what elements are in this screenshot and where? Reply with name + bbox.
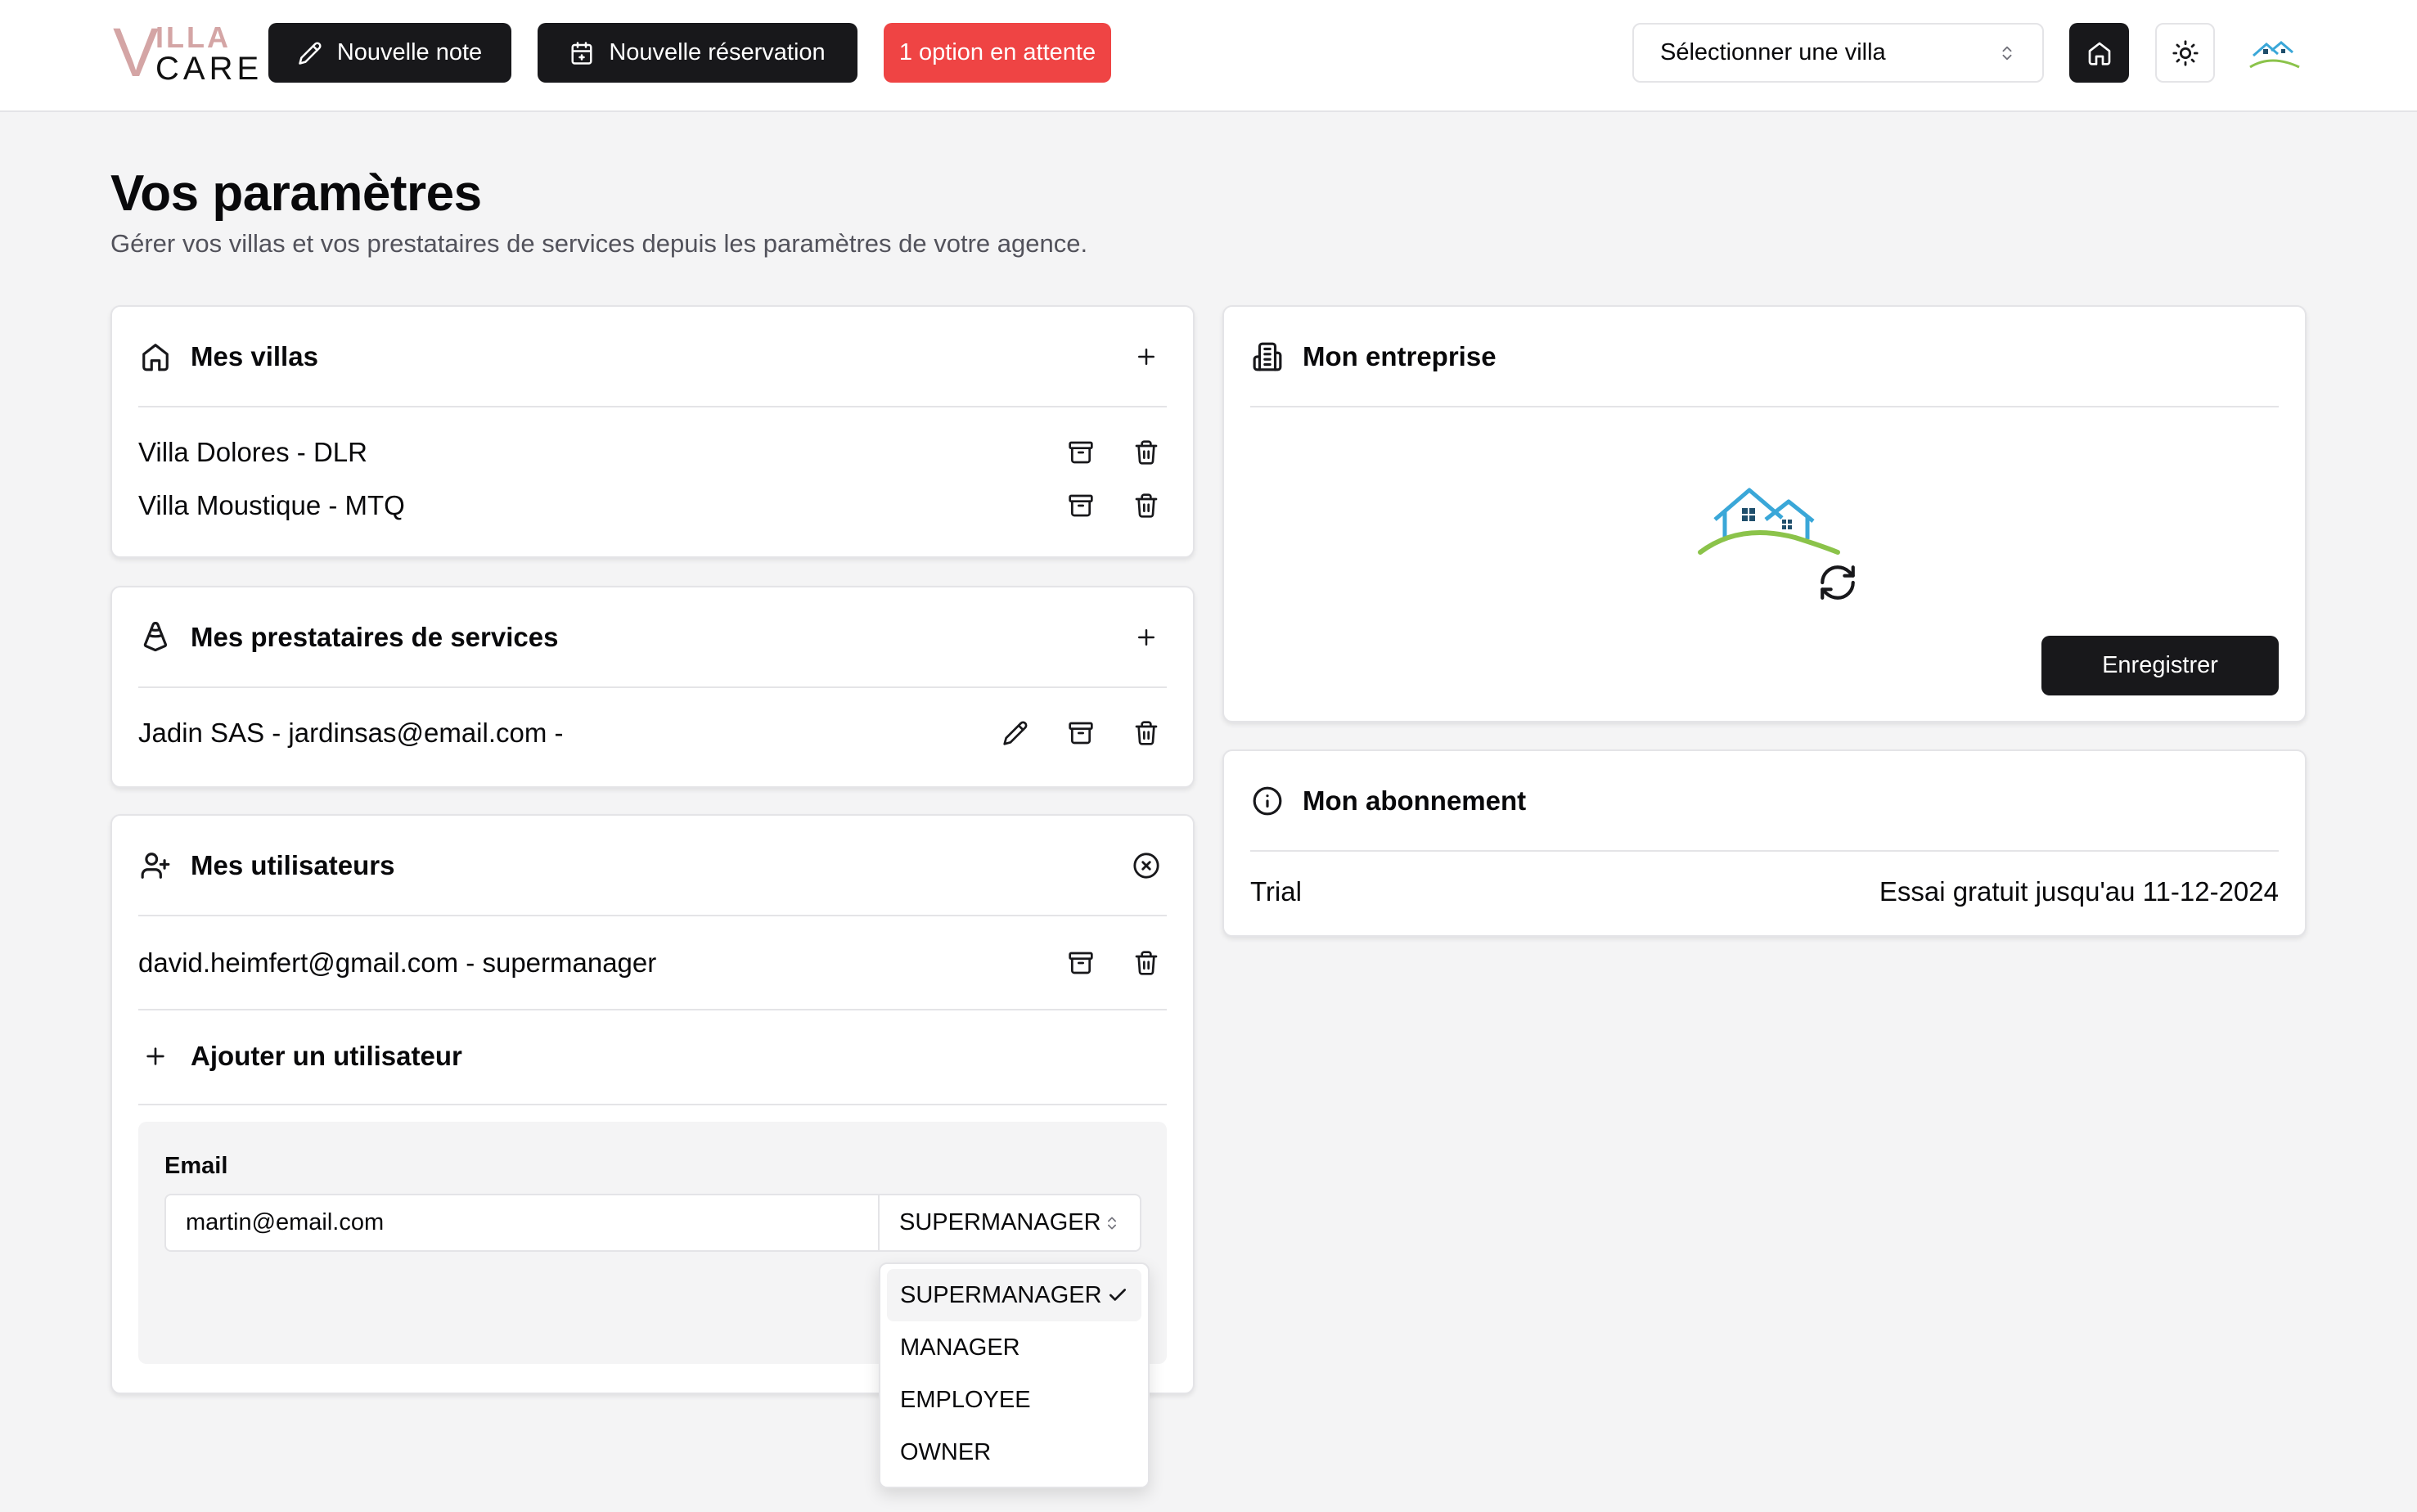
trash-icon[interactable]: [1126, 432, 1167, 473]
new-note-button[interactable]: Nouvelle note: [268, 23, 511, 83]
logo-v: V: [113, 14, 160, 91]
providers-card: Mes prestataires de services Jadin SAS -…: [110, 586, 1195, 788]
home-button[interactable]: [2069, 23, 2129, 83]
role-select-value: SUPERMANAGER: [899, 1209, 1101, 1235]
providers-card-header: Mes prestataires de services: [138, 587, 1167, 688]
villas-card: Mes villas Villa Dolores - DLR Villa Mou…: [110, 305, 1195, 558]
role-option-label: EMPLOYEE: [900, 1386, 1031, 1413]
pending-option-badge[interactable]: 1 option en attente: [884, 23, 1111, 83]
provider-row: Jadin SAS - jardinsas@email.com -: [138, 709, 1167, 758]
villa-select-label: Sélectionner une villa: [1660, 39, 1886, 65]
role-select[interactable]: SUPERMANAGER: [878, 1194, 1141, 1252]
trash-icon[interactable]: [1126, 485, 1167, 526]
villa-name: Villa Dolores - DLR: [138, 437, 367, 467]
chevrons-up-down-icon: [1998, 44, 2016, 62]
home-outline-icon: [138, 340, 173, 374]
add-provider-button[interactable]: [1126, 617, 1167, 658]
role-option-label: OWNER: [900, 1438, 992, 1465]
user-email-role: david.heimfert@gmail.com - supermanager: [138, 947, 657, 978]
traffic-cone-icon: [138, 620, 173, 655]
villa-row: Villa Dolores - DLR: [138, 428, 1167, 477]
building-icon: [1250, 340, 1285, 374]
subscription-card-header: Mon abonnement: [1250, 751, 2279, 852]
email-label: Email: [164, 1153, 228, 1179]
subscription-row: Trial Essai gratuit jusqu'au 11-12-2024: [1250, 867, 2279, 916]
email-input[interactable]: martin@email.com: [164, 1194, 878, 1252]
check-icon: [1107, 1285, 1128, 1306]
close-form-button[interactable]: [1126, 845, 1167, 886]
plus-icon: [138, 1043, 173, 1069]
subscription-plan: Trial: [1250, 876, 1302, 907]
save-button[interactable]: Enregistrer: [2041, 636, 2279, 695]
subscription-detail: Essai gratuit jusqu'au 11-12-2024: [1879, 876, 2279, 907]
trash-icon[interactable]: [1126, 943, 1167, 983]
new-booking-label: Nouvelle réservation: [609, 39, 826, 65]
new-note-label: Nouvelle note: [336, 39, 483, 65]
role-option-owner[interactable]: OWNER: [887, 1426, 1141, 1478]
company-logo-image[interactable]: [1690, 470, 1854, 569]
refresh-icon[interactable]: [1817, 562, 1858, 603]
archive-icon[interactable]: [1060, 713, 1101, 754]
user-plus-icon: [138, 848, 173, 883]
users-card-header: Mes utilisateurs: [138, 816, 1167, 916]
villacare-logo[interactable]: V ILLA CARE: [113, 14, 259, 91]
chevrons-up-down-icon: [1104, 1215, 1120, 1231]
page-title: Vos paramètres: [110, 165, 482, 222]
user-avatar[interactable]: [2248, 29, 2301, 77]
archive-icon[interactable]: [1060, 943, 1101, 983]
logo-illa: ILLA: [155, 20, 231, 54]
subscription-card: Mon abonnement Trial Essai gratuit jusqu…: [1222, 749, 2307, 937]
villas-card-title: Mes villas: [191, 340, 318, 371]
archive-icon[interactable]: [1060, 432, 1101, 473]
add-user-label: Ajouter un utilisateur: [191, 1041, 462, 1071]
role-option-employee[interactable]: EMPLOYEE: [887, 1374, 1141, 1426]
edit-pencil-icon[interactable]: [995, 713, 1036, 754]
user-row: david.heimfert@gmail.com - supermanager: [138, 938, 1167, 988]
company-card-title: Mon entreprise: [1303, 340, 1497, 371]
add-villa-button[interactable]: [1126, 336, 1167, 377]
providers-card-title: Mes prestataires de services: [191, 621, 559, 652]
logo-care: CARE: [155, 51, 263, 87]
role-option-label: SUPERMANAGER: [900, 1281, 1102, 1308]
company-card: Mon entreprise Enregistrer: [1222, 305, 2307, 722]
home-icon: [2086, 40, 2113, 66]
page-subtitle: Gérer vos villas et vos prestataires de …: [110, 229, 1088, 258]
villa-row: Villa Moustique - MTQ: [138, 481, 1167, 530]
calendar-plus-icon: [569, 41, 594, 65]
pencil-icon: [298, 41, 322, 65]
theme-toggle-button[interactable]: [2155, 23, 2215, 83]
add-user-toggle[interactable]: Ajouter un utilisateur: [138, 1032, 1167, 1081]
divider: [138, 1009, 1167, 1010]
role-option-supermanager[interactable]: SUPERMANAGER: [887, 1269, 1141, 1321]
trash-icon[interactable]: [1126, 713, 1167, 754]
new-booking-button[interactable]: Nouvelle réservation: [538, 23, 857, 83]
company-card-header: Mon entreprise: [1250, 307, 2279, 407]
info-icon: [1250, 784, 1285, 818]
villas-card-header: Mes villas: [138, 307, 1167, 407]
archive-icon[interactable]: [1060, 485, 1101, 526]
role-option-label: MANAGER: [900, 1334, 1020, 1361]
role-option-manager[interactable]: MANAGER: [887, 1321, 1141, 1374]
role-dropdown-menu: SUPERMANAGER MANAGER EMPLOYEE OWNER: [879, 1262, 1150, 1488]
provider-name: Jadin SAS - jardinsas@email.com -: [138, 718, 564, 748]
top-navbar: V ILLA CARE Nouvelle note Nouvelle réser…: [0, 0, 2417, 112]
subscription-card-title: Mon abonnement: [1303, 785, 1527, 816]
users-card-title: Mes utilisateurs: [191, 849, 395, 880]
divider: [138, 1104, 1167, 1105]
villa-name: Villa Moustique - MTQ: [138, 490, 405, 520]
sun-icon: [2172, 39, 2199, 67]
villa-select[interactable]: Sélectionner une villa: [1632, 23, 2044, 83]
